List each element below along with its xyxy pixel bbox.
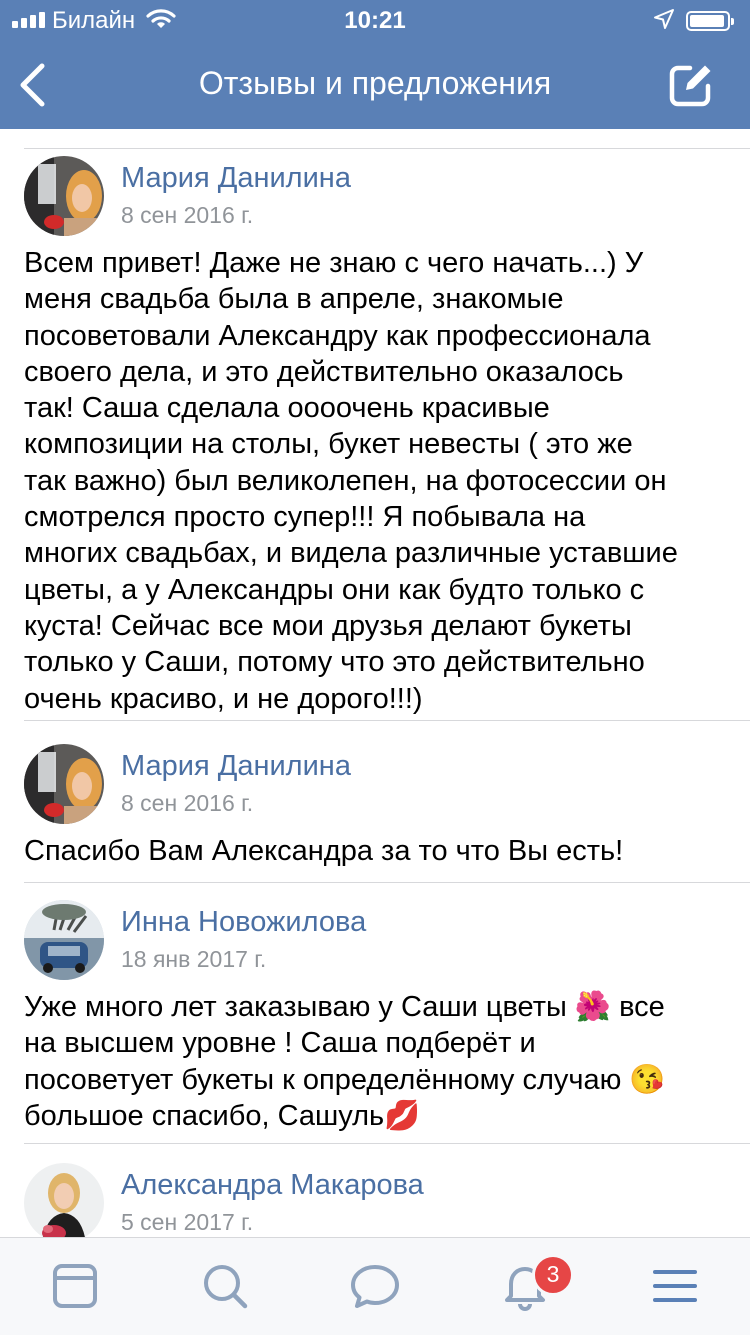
- avatar[interactable]: [24, 744, 104, 824]
- divider: [24, 1143, 750, 1144]
- text-line: Уже много лет заказываю у Саши цветы 🌺 в…: [24, 991, 665, 1023]
- status-time: 10:21: [344, 7, 406, 34]
- text-line: так важно) был великолепен, на фотосесси…: [24, 464, 667, 497]
- text-line: большое спасибо, Сашуль💋: [24, 1099, 421, 1132]
- menu-icon: [653, 1270, 697, 1302]
- text-line: посоветует букеты к определённому случаю…: [24, 1063, 666, 1096]
- text-line: очень красиво, и не дорого!!!): [24, 682, 423, 715]
- message-bubble-icon: [351, 1265, 399, 1308]
- news-feed-icon: [53, 1264, 97, 1308]
- divider: [24, 882, 750, 883]
- text-line: Всем привет! Даже не знаю с чего начать.…: [24, 247, 644, 279]
- avatar[interactable]: [24, 1163, 104, 1237]
- text-line: на высшем уровне ! Саша подберёт и: [24, 1027, 536, 1060]
- post-date: 8 сен 2016 г.: [121, 202, 254, 228]
- author-name-link[interactable]: Мария Данилина: [121, 750, 351, 783]
- tab-messages[interactable]: [347, 1258, 403, 1314]
- author-name-link[interactable]: Мария Данилина: [121, 162, 351, 195]
- tab-menu[interactable]: [647, 1258, 703, 1314]
- text-line: смотрелся просто супер!!! Я побывала на: [24, 501, 586, 534]
- avatar[interactable]: [24, 900, 104, 980]
- text-line: меня свадьба была в апреле, знакомые: [24, 283, 564, 316]
- text-line: многих свадьбах, и видела различные уста…: [24, 537, 678, 570]
- search-icon: [204, 1265, 248, 1309]
- header: Билайн 10:21 Отзывы и предложения: [0, 0, 750, 129]
- text-line: только у Саши, потому что это действител…: [24, 646, 645, 679]
- post-date: 18 янв 2017 г.: [121, 946, 267, 972]
- page-title: Отзывы и предложения: [198, 65, 552, 101]
- author-name-link[interactable]: Александра Макарова: [121, 1169, 424, 1202]
- tab-bar: [0, 1237, 750, 1335]
- text-line: своего дела, и это действительно оказало…: [24, 355, 624, 388]
- notifications-badge: 3: [532, 1254, 574, 1296]
- post-date: 8 сен 2016 г.: [121, 790, 254, 816]
- text-line: так! Саша сделала оооочень красивые: [24, 392, 550, 425]
- edit-icon: [669, 65, 711, 107]
- reviews-feed: Мария Данилина 8 сен 2016 г. Всем привет…: [0, 129, 750, 1237]
- text-line: посоветовали Александру как профессионал…: [24, 319, 651, 352]
- author-name-link[interactable]: Инна Новожилова: [121, 906, 366, 939]
- text-line: композиции на столы, букет невесты ( это…: [24, 428, 633, 461]
- location-arrow-icon: [653, 8, 675, 37]
- review-text: Спасибо Вам Александра за то что Вы есть…: [24, 833, 724, 869]
- navigation-bar: Отзывы и предложения: [0, 42, 750, 129]
- review-text: Уже много лет заказываю у Саши цветы 🌺 в…: [24, 989, 724, 1134]
- divider: [24, 720, 750, 721]
- text-line: куста! Сейчас все мои друзья делают буке…: [24, 609, 632, 642]
- battery-icon: [686, 11, 734, 31]
- text-line: Спасибо Вам Александра за то что Вы есть…: [24, 835, 624, 867]
- tab-news[interactable]: [47, 1258, 103, 1314]
- status-bar: Билайн 10:21: [0, 0, 750, 42]
- post-date: 5 сен 2017 г.: [121, 1209, 254, 1235]
- avatar[interactable]: [24, 156, 104, 236]
- tab-search[interactable]: [197, 1258, 253, 1314]
- review-text: Всем привет! Даже не знаю с чего начать.…: [24, 245, 724, 717]
- text-line: цветы, а у Александры они как будто толь…: [24, 573, 645, 606]
- divider: [24, 148, 750, 149]
- compose-button[interactable]: [666, 60, 716, 110]
